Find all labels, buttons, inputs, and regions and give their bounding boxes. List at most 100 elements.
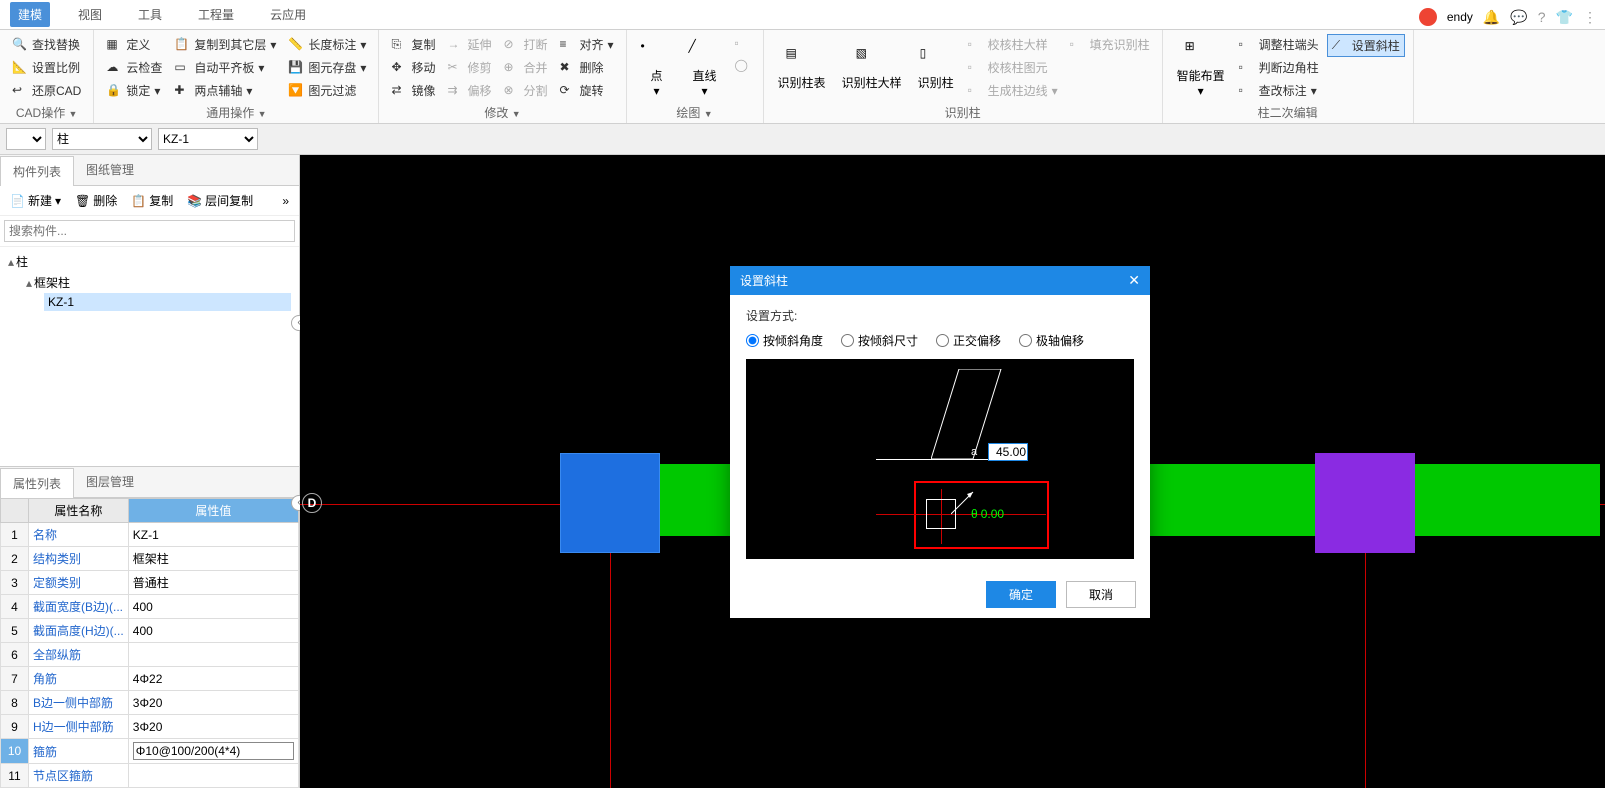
table-row[interactable]: 10箍筋 [1, 739, 299, 764]
menu-icon[interactable]: ⋮ [1583, 9, 1597, 26]
component-tree: ▴柱 ▴框架柱 KZ-1 [0, 247, 299, 315]
auto-flat-button[interactable]: ▭自动平齐板 ▾ [170, 57, 280, 78]
row-val[interactable]: 框架柱 [128, 547, 298, 571]
row-name: 结构类别 [29, 547, 129, 571]
sel1[interactable] [6, 128, 46, 150]
row-name: 节点区箍筋 [29, 764, 129, 788]
save-icon: 💾 [288, 60, 304, 76]
recog-col-table-button[interactable]: ▤识别柱表 [772, 34, 832, 102]
table-row[interactable]: 11节点区箍筋 [1, 764, 299, 788]
judge-corner-button[interactable]: ▫判断边角柱 [1235, 57, 1323, 78]
lock-button[interactable]: 🔒锁定 ▾ [102, 80, 166, 101]
table-row[interactable]: 9H边一侧中部筋3Φ20 [1, 715, 299, 739]
close-icon[interactable]: ✕ [1128, 272, 1140, 289]
sel2[interactable]: 柱 [52, 128, 152, 150]
image-filter-button[interactable]: 🔽图元过滤 [284, 80, 370, 101]
mirror-button[interactable]: ⇄镜像 [387, 80, 439, 101]
tab-props[interactable]: 属性列表 [0, 468, 74, 498]
tab-components[interactable]: 构件列表 [0, 156, 74, 186]
column-blue[interactable] [560, 453, 660, 553]
ok-button[interactable]: 确定 [986, 581, 1056, 608]
row-val[interactable]: 400 [128, 619, 298, 643]
column-purple[interactable] [1315, 453, 1415, 553]
recog-big-table-button[interactable]: ▧识别柱大样 [836, 34, 908, 102]
tab-quantity[interactable]: 工程量 [190, 2, 242, 27]
user-bar: endy 🔔 💬 ? 👕 ⋮ [1419, 8, 1597, 26]
set-scale-button[interactable]: 📐设置比例 [8, 57, 85, 78]
move-button[interactable]: ✥移动 [387, 57, 439, 78]
cloud-check-button[interactable]: ☁云检查 [102, 57, 166, 78]
table-row[interactable]: 7角筋4Φ22 [1, 667, 299, 691]
row-idx: 8 [1, 691, 29, 715]
angle-input[interactable] [988, 443, 1028, 461]
radio-polar[interactable]: 极轴偏移 [1019, 332, 1084, 349]
row-val[interactable]: KZ-1 [128, 523, 298, 547]
restore-cad-button[interactable]: ↩还原CAD [8, 80, 85, 101]
define-button[interactable]: ▦定义 [102, 34, 166, 55]
copy-others-button[interactable]: 📋复制到其它层 ▾ [170, 34, 280, 55]
radio-angle[interactable]: 按倾斜角度 [746, 332, 823, 349]
del-button[interactable]: 🗑删除 [71, 190, 121, 211]
table-row[interactable]: 8B边一侧中部筋3Φ20 [1, 691, 299, 715]
row-val[interactable]: 3Φ20 [128, 715, 298, 739]
tab-tools[interactable]: 工具 [130, 2, 170, 27]
row-val[interactable]: 普通柱 [128, 571, 298, 595]
row-val[interactable]: 4Φ22 [128, 667, 298, 691]
table-row[interactable]: 3定额类别普通柱 [1, 571, 299, 595]
length-annot-button[interactable]: 📏长度标注 ▾ [284, 34, 370, 55]
axis-icon: ✚ [174, 83, 190, 99]
tree-child[interactable]: ▴框架柱 [26, 272, 291, 293]
copy-comp-button[interactable]: 📋复制 [127, 190, 177, 211]
row-val[interactable] [128, 643, 298, 667]
delete-button[interactable]: ✖删除 [556, 57, 618, 78]
recog-col-button[interactable]: ▯识别柱 [912, 34, 960, 102]
row-val[interactable] [128, 764, 298, 788]
row-val[interactable]: 400 [128, 595, 298, 619]
break-button: ⊘打断 [499, 34, 551, 55]
panel-menu[interactable]: » [278, 190, 293, 211]
point-button[interactable]: •点▾ [635, 34, 679, 102]
chat-icon[interactable]: 💬 [1510, 9, 1527, 26]
copy-button[interactable]: ⎘复制 [387, 34, 439, 55]
tab-drawings[interactable]: 图纸管理 [74, 155, 146, 185]
table-row[interactable]: 4截面宽度(B边)(...400 [1, 595, 299, 619]
table-row[interactable]: 5截面高度(H边)(...400 [1, 619, 299, 643]
radio-ortho[interactable]: 正交偏移 [936, 332, 1001, 349]
check-big-button: ▫校核柱大样 [964, 34, 1062, 55]
tree-root[interactable]: ▴柱 [8, 251, 291, 272]
bell-icon[interactable]: 🔔 [1483, 9, 1500, 26]
align-button[interactable]: ≡对齐 ▾ [556, 34, 618, 55]
table-row[interactable]: 6全部纵筋 [1, 643, 299, 667]
check-annot-button[interactable]: ▫查改标注 ▾ [1235, 80, 1323, 101]
tab-modeling[interactable]: 建模 [10, 2, 50, 27]
row-val[interactable] [128, 739, 298, 764]
shirt-icon[interactable]: 👕 [1556, 9, 1573, 26]
mirror-icon: ⇄ [391, 83, 407, 99]
radio-size[interactable]: 按倾斜尺寸 [841, 332, 918, 349]
two-point-button[interactable]: ✚两点辅轴 ▾ [170, 80, 280, 101]
find-replace-button[interactable]: 🔍查找替换 [8, 34, 85, 55]
adjust-end-button[interactable]: ▫调整柱端头 [1235, 34, 1323, 55]
smart-layout-button[interactable]: ⊞智能布置▾ [1171, 34, 1231, 102]
rotate-button[interactable]: ⟳旋转 [556, 80, 618, 101]
tab-cloud[interactable]: 云应用 [262, 2, 314, 27]
search-input[interactable] [4, 220, 295, 242]
set-inclined-button[interactable]: ⟋设置斜柱 [1327, 34, 1405, 57]
new-button[interactable]: 📄新建 ▾ [6, 190, 65, 211]
row-val[interactable]: 3Φ20 [128, 691, 298, 715]
image-save-button[interactable]: 💾图元存盘 ▾ [284, 57, 370, 78]
layer-copy-button[interactable]: 📚层间复制 [183, 190, 257, 211]
tree-leaf-kz1[interactable]: KZ-1 [44, 293, 291, 311]
layers-icon: 📚 [187, 194, 202, 208]
help-icon[interactable]: ? [1538, 9, 1546, 25]
set-inclined-dialog: 设置斜柱 ✕ 设置方式: 按倾斜角度 按倾斜尺寸 正交偏移 极轴偏移 a θ 0… [730, 266, 1150, 618]
sel3[interactable]: KZ-1 [158, 128, 258, 150]
tab-view[interactable]: 视图 [70, 2, 110, 27]
table-row[interactable]: 1名称KZ-1 [1, 523, 299, 547]
gen-edge-button: ▫生成柱边线 ▾ [964, 80, 1062, 101]
row-name: B边一侧中部筋 [29, 691, 129, 715]
cancel-button[interactable]: 取消 [1066, 581, 1136, 608]
align-icon: ≡ [560, 37, 576, 53]
table-row[interactable]: 2结构类别框架柱 [1, 547, 299, 571]
tab-layers[interactable]: 图层管理 [74, 467, 146, 497]
